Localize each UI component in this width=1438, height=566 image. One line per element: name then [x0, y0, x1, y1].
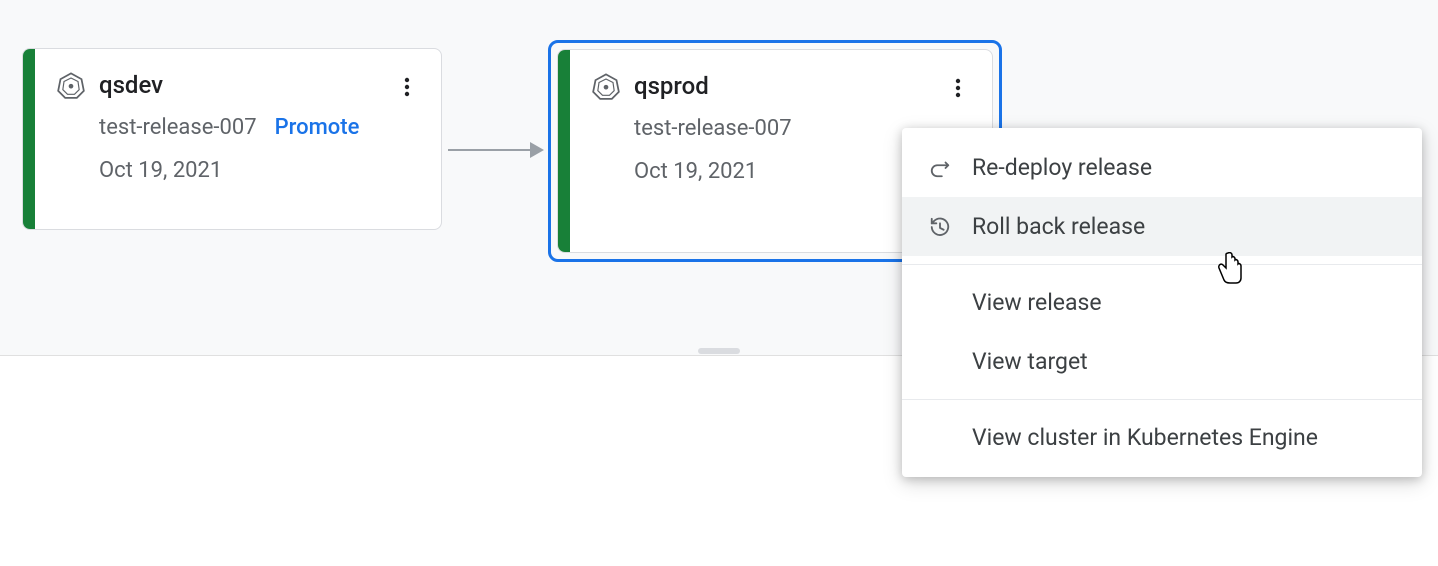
menu-item-rollback[interactable]: Roll back release	[902, 197, 1422, 256]
menu-item-view-cluster[interactable]: View cluster in Kubernetes Engine	[902, 408, 1422, 467]
status-stripe	[23, 49, 35, 229]
release-name: test-release-007	[99, 115, 257, 140]
history-icon	[928, 215, 952, 239]
release-name: test-release-007	[634, 116, 792, 141]
redo-icon	[928, 156, 952, 180]
menu-item-view-target[interactable]: View target	[902, 332, 1422, 391]
panel-drag-handle[interactable]	[698, 348, 740, 354]
more-actions-button[interactable]	[942, 72, 974, 104]
promote-link[interactable]: Promote	[275, 115, 360, 140]
menu-divider	[902, 399, 1422, 400]
pipeline-arrow	[448, 140, 544, 160]
target-card-qsdev[interactable]: qsdev test-release-007 Promote Oct 19, 2…	[22, 48, 442, 230]
menu-divider	[902, 264, 1422, 265]
context-menu: Re-deploy release Roll back release View…	[902, 128, 1422, 477]
menu-item-label: Re-deploy release	[972, 154, 1396, 181]
more-vert-icon	[395, 75, 419, 99]
pipeline-canvas: qsdev test-release-007 Promote Oct 19, 2…	[0, 0, 1438, 355]
target-title: qsprod	[634, 72, 709, 100]
menu-item-label: Roll back release	[972, 213, 1396, 240]
menu-item-label: View release	[972, 289, 1396, 316]
menu-item-label: View target	[972, 348, 1396, 375]
target-title: qsdev	[99, 71, 163, 99]
more-actions-button[interactable]	[391, 71, 423, 103]
status-stripe	[558, 50, 570, 252]
kubernetes-icon	[57, 71, 85, 99]
menu-item-view-release[interactable]: View release	[902, 273, 1422, 332]
more-vert-icon	[946, 76, 970, 100]
release-date: Oct 19, 2021	[99, 158, 417, 183]
menu-item-label: View cluster in Kubernetes Engine	[972, 424, 1396, 451]
menu-item-redeploy[interactable]: Re-deploy release	[902, 138, 1422, 197]
kubernetes-icon	[592, 72, 620, 100]
